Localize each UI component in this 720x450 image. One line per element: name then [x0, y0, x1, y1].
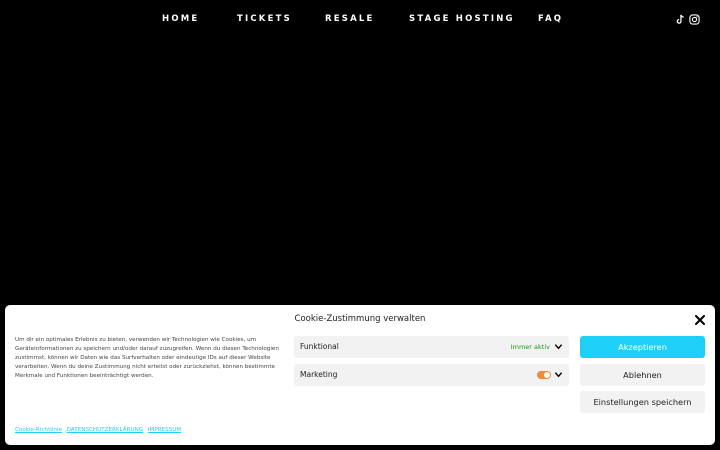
status-badge: Immer aktiv	[510, 343, 550, 351]
nav-tickets[interactable]: TICKETS	[237, 14, 292, 24]
cookie-banner-description: Um dir ein optimales Erlebnis zu bieten,…	[15, 337, 279, 379]
imprint-link[interactable]: IMPRESSUM	[148, 427, 181, 433]
deny-button[interactable]: Ablehnen	[580, 364, 705, 386]
nav-resale[interactable]: RESALE	[325, 14, 374, 24]
category-marketing[interactable]: Marketing	[294, 364, 569, 386]
top-navigation: HOME TICKETS RESALE STAGE HOSTING FAQ	[0, 0, 720, 40]
category-label: Marketing	[300, 370, 338, 379]
category-label: Funktional	[300, 342, 339, 351]
save-settings-button[interactable]: Einstellungen speichern	[580, 391, 705, 413]
nav-home[interactable]: HOME	[162, 14, 199, 24]
chevron-down-icon[interactable]	[554, 370, 563, 379]
privacy-policy-link[interactable]: DATENSCHUTZERKLÄRUNG	[67, 427, 143, 433]
cookie-banner-title: Cookie-Zustimmung verwalten	[294, 314, 426, 324]
footer-links: Cookie-Richtlinie DATENSCHUTZERKLÄRUNG I…	[15, 427, 184, 433]
category-functional[interactable]: Funktional Immer aktiv	[294, 336, 569, 358]
accept-button[interactable]: Akzeptieren	[580, 336, 705, 358]
cookie-policy-link[interactable]: Cookie-Richtlinie	[15, 427, 62, 433]
close-icon[interactable]	[693, 313, 707, 327]
chevron-down-icon[interactable]	[554, 342, 563, 351]
nav-faq[interactable]: FAQ	[538, 14, 563, 24]
toggle-knob	[544, 372, 550, 378]
tiktok-icon[interactable]	[675, 14, 686, 25]
nav-stage-hosting[interactable]: STAGE HOSTING	[409, 14, 515, 24]
instagram-icon[interactable]	[689, 14, 700, 25]
marketing-toggle[interactable]	[537, 371, 551, 379]
